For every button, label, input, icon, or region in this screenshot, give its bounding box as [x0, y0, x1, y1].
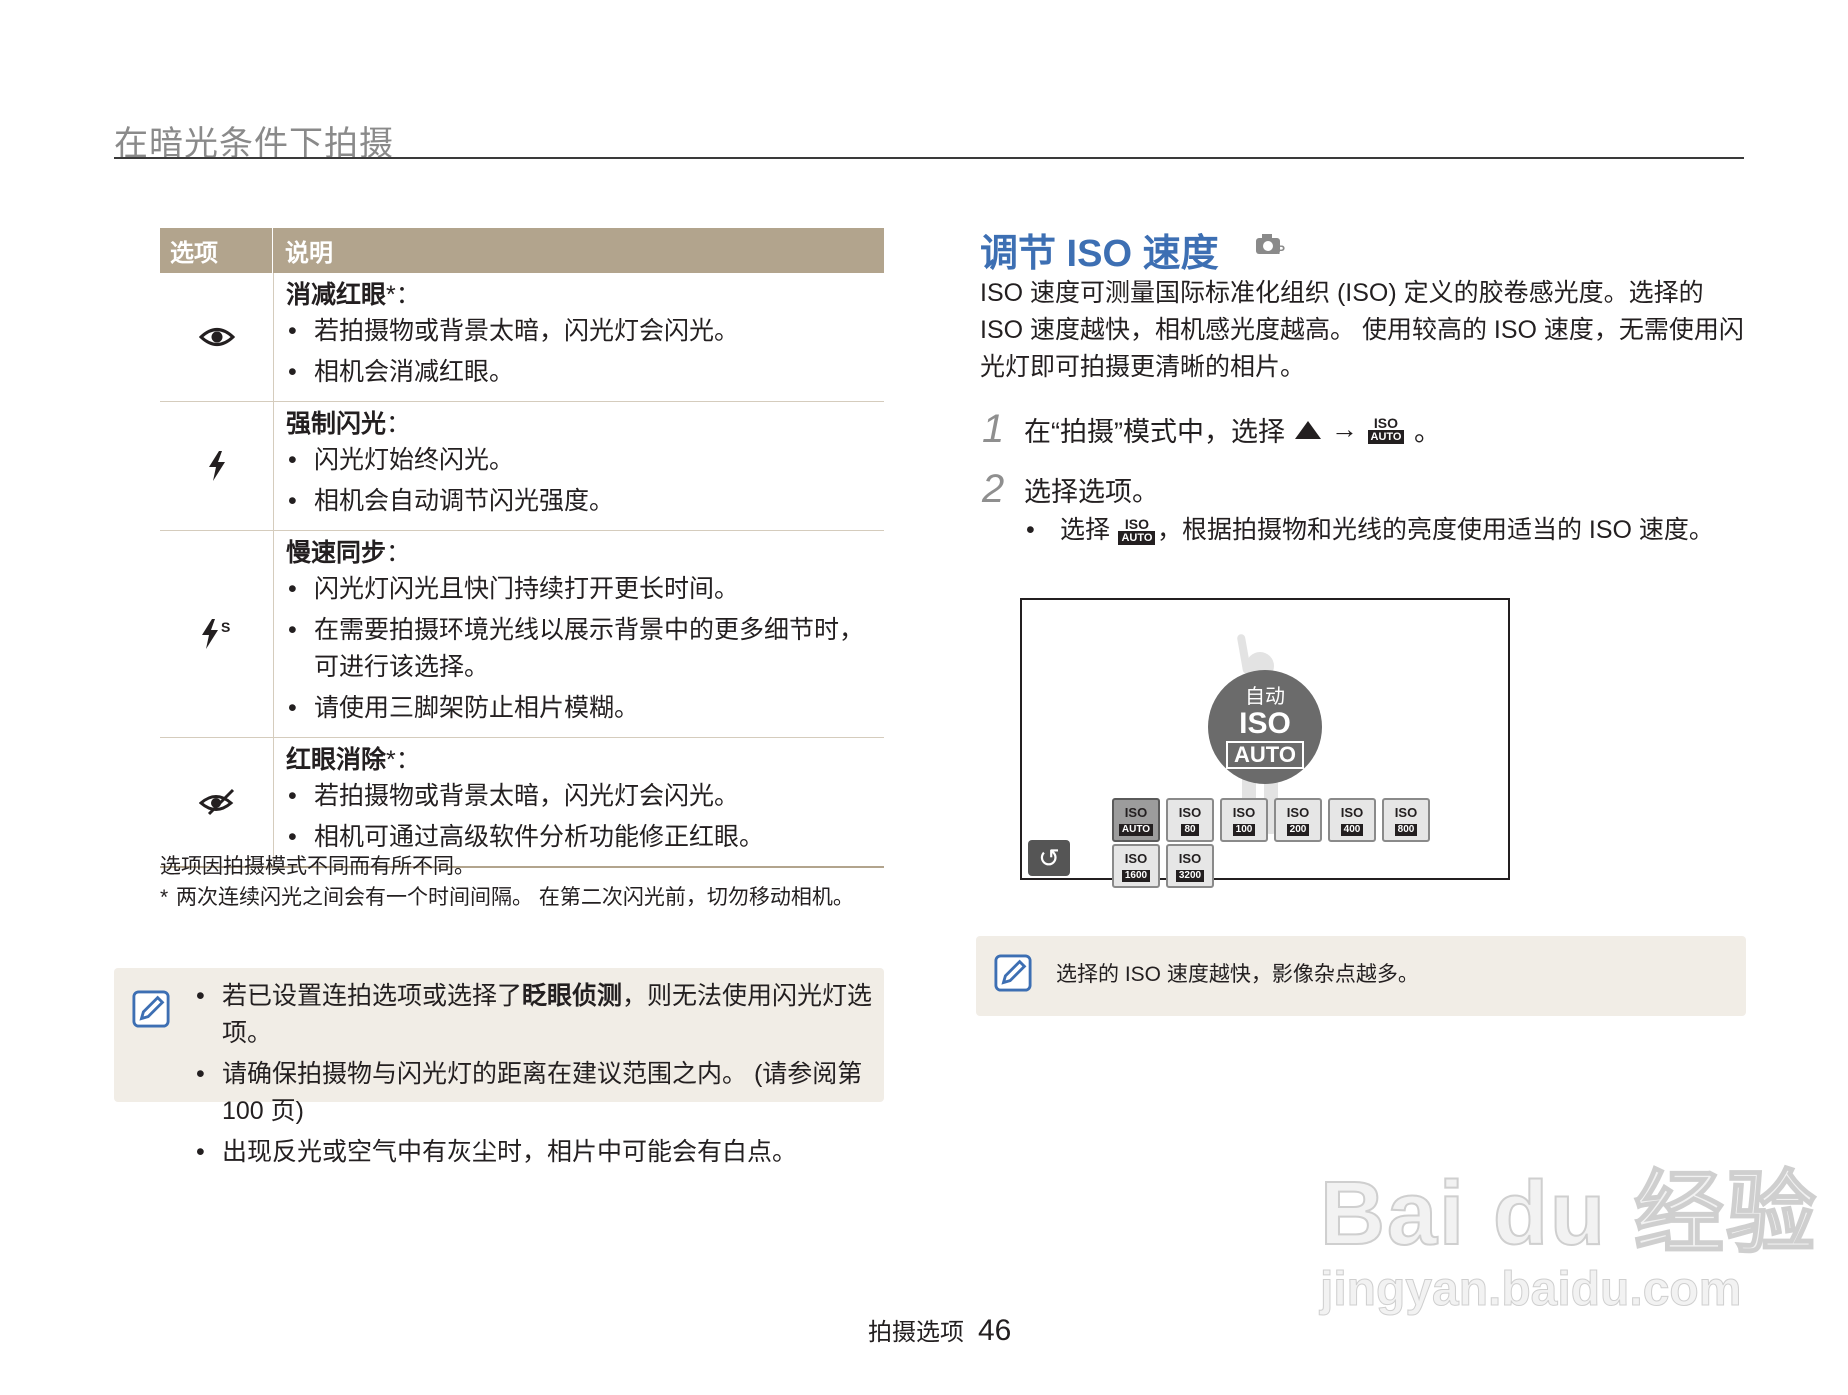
- page-number: 46: [978, 1314, 1012, 1347]
- note-pencil-icon: [132, 990, 170, 1028]
- back-button[interactable]: ↺: [1028, 840, 1070, 876]
- option-title-suffix: *：: [386, 746, 421, 774]
- col-desc-header: 说明: [285, 240, 333, 267]
- step-text: 在“拍摄”模式中，选择: [1024, 417, 1285, 447]
- red-eye-icon: [198, 328, 235, 346]
- asterisk-mark: *: [160, 886, 169, 909]
- list-item: 在需要拍摄环境光线以展示背景中的更多细节时，可进行该选择。: [286, 612, 874, 686]
- list-item: 出现反光或空气中有灰尘时，相片中可能会有白点。: [194, 1134, 884, 1171]
- iso-section-title: 调节 ISO 速度: [980, 233, 1219, 275]
- step-1: 在“拍摄”模式中，选择 → ISO AUTO 。: [1024, 410, 1441, 449]
- auto-label: 自动: [1245, 686, 1285, 708]
- table-row: 红眼消除*： 若拍摄物或背景太暗，闪光灯会闪光。 相机可通过高级软件分析功能修正…: [160, 738, 884, 868]
- svg-text:P: P: [1277, 243, 1285, 256]
- list-item: 若拍摄物或背景太暗，闪光灯会闪光。: [286, 313, 884, 350]
- auto-large-label: AUTO: [1226, 741, 1304, 769]
- option-title: 慢速同步: [286, 539, 387, 567]
- option-title-suffix: ：: [386, 410, 412, 438]
- list-item: 相机会消减红眼。: [286, 354, 884, 391]
- note-text: 选择的 ISO 速度越快，影像杂点越多。: [1056, 963, 1419, 986]
- note-pencil-icon: [994, 954, 1032, 992]
- iso-auto-preview: 自动 ISO AUTO: [1208, 670, 1322, 784]
- program-camera-icon: P: [1256, 234, 1285, 256]
- step-2-detail: • 选择 ISO AUTO ，根据拍摄物和光线的亮度使用适当的 ISO 速度。: [1026, 512, 1726, 549]
- header-divider: [114, 157, 1744, 159]
- fill-in-flash-icon: [208, 451, 225, 481]
- up-triangle-icon: [1294, 420, 1321, 439]
- step-number: 1: [982, 407, 1005, 451]
- option-title: 红眼消除: [286, 746, 387, 774]
- step-number: 2: [982, 467, 1005, 511]
- iso-large-label: ISO: [1239, 707, 1291, 740]
- svg-text:S: S: [221, 619, 230, 635]
- iso-auto-button[interactable]: ISO AUTO: [1112, 798, 1160, 842]
- footer-label: 拍摄选项: [868, 1319, 964, 1346]
- table-header: 选项 说明: [160, 228, 884, 273]
- iso-800-button[interactable]: ISO 800: [1382, 798, 1430, 842]
- arrow-symbol: →: [1330, 414, 1358, 444]
- note-box: 选择的 ISO 速度越快，影像杂点越多。: [976, 936, 1746, 1016]
- iso-3200-button[interactable]: ISO 3200: [1166, 844, 1214, 888]
- list-item: 若拍摄物或背景太暗，闪光灯会闪光。: [286, 778, 884, 815]
- iso-80-button[interactable]: ISO 80: [1166, 798, 1214, 842]
- blink-detect-term: 眨眼侦测: [522, 982, 623, 1010]
- footnote-text: 两次连续闪光之间会有一个时间间隔。 在第二次闪光前，切勿移动相机。: [176, 886, 854, 909]
- step-2: 选择选项。: [1024, 477, 1159, 507]
- iso-200-button[interactable]: ISO 200: [1274, 798, 1322, 842]
- option-title: 强制闪光: [286, 410, 387, 438]
- footnote-asterisk: * 两次连续闪光之间会有一个时间间隔。 在第二次闪光前，切勿移动相机。: [160, 882, 880, 914]
- table-row: 消减红眼*： 若拍摄物或背景太暗，闪光灯会闪光。 相机会消减红眼。: [160, 273, 884, 402]
- option-title: 消减红眼: [286, 281, 387, 309]
- baidu-watermark: Bai du 经验 jingyan.baidu.com: [1319, 1140, 1819, 1317]
- red-eye-fix-icon: [198, 788, 234, 816]
- col-option-header: 选项: [160, 228, 273, 273]
- list-item: 若已设置连拍选项或选择了眨眼侦测，则无法使用闪光灯选项。: [194, 978, 884, 1052]
- list-item: 闪光灯闪光且快门持续打开更长时间。: [286, 571, 884, 608]
- list-item: 请确保拍摄物与闪光灯的距离在建议范围之内。 (请参阅第 100 页): [194, 1056, 884, 1130]
- slow-sync-icon: S: [201, 619, 230, 649]
- iso-auto-icon: ISO AUTO: [1117, 514, 1157, 548]
- note-box: 若已设置连拍选项或选择了眨眼侦测，则无法使用闪光灯选项。 请确保拍摄物与闪光灯的…: [114, 968, 884, 1171]
- list-item: 闪光灯始终闪光。: [286, 442, 884, 479]
- iso-100-button[interactable]: ISO 100: [1220, 798, 1268, 842]
- table-row: 强制闪光： 闪光灯始终闪光。 相机会自动调节闪光强度。: [160, 402, 884, 531]
- list-item: 相机会自动调节闪光强度。: [286, 483, 884, 520]
- footnote-mode: 选项因拍摄模式不同而有所不同。: [160, 855, 475, 878]
- iso-intro: ISO 速度可测量国际标准化组织 (ISO) 定义的胶卷感光度。选择的 ISO …: [980, 279, 1744, 381]
- option-title-suffix: ：: [386, 539, 412, 567]
- list-item: 请使用三脚架防止相片模糊。: [286, 690, 884, 727]
- watermark-logo: Bai du 经验: [1319, 1163, 1819, 1265]
- iso-auto-icon: ISO AUTO: [1366, 413, 1406, 447]
- iso-1600-button[interactable]: ISO 1600: [1112, 844, 1160, 888]
- watermark-url: jingyan.baidu.com: [1319, 1263, 1742, 1317]
- option-title-suffix: *：: [386, 281, 421, 309]
- page-footer: 拍摄选项 46: [868, 1312, 1011, 1348]
- iso-400-button[interactable]: ISO 400: [1328, 798, 1376, 842]
- flash-options-table: 选项 说明 消减红眼*： 若拍摄物或背景太暗，闪光灯会闪光。 相机会消减红眼。 …: [160, 228, 884, 868]
- table-row: S 慢速同步： 闪光灯闪光且快门持续打开更长时间。 在需要拍摄环境光线以展示背景…: [160, 531, 884, 738]
